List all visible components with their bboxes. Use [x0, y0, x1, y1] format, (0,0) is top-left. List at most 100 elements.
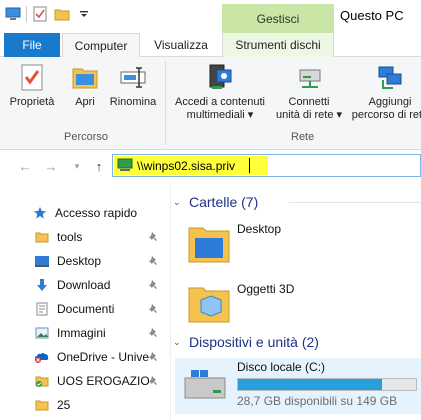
ribbon-separator: [165, 61, 166, 145]
nav-item-label: Immagini: [57, 326, 106, 340]
pin-icon[interactable]: [148, 279, 160, 291]
network-drive-icon: [293, 61, 325, 93]
properties-check-icon[interactable]: [31, 6, 49, 22]
address-bar[interactable]: [112, 154, 421, 177]
map-drive-label-line1: Connetti: [288, 96, 330, 108]
ribbon: Proprietà Apri Rinomina Percorso Accedi …: [0, 57, 421, 150]
media-access-button[interactable]: Accedi a contenuti multimediali ▾: [170, 61, 270, 122]
nav-item-label: Documenti: [57, 302, 115, 316]
folder-label: Oggetti 3D: [237, 282, 295, 296]
quick-access-toolbar: [4, 6, 93, 22]
drive-usage-bar: [237, 378, 417, 391]
nav-item[interactable]: 25: [34, 394, 164, 416]
hard-drive-icon: [184, 370, 226, 399]
nav-quick-access-label: Accesso rapido: [55, 206, 138, 220]
window-title: Questo PC: [340, 8, 404, 23]
up-arrow-icon[interactable]: ↑: [92, 158, 106, 174]
ribbon-tabs: File Computer Visualizza Strumenti disch…: [0, 33, 421, 58]
folder-label: Desktop: [237, 222, 282, 236]
properties-icon: [16, 61, 48, 93]
media-icon: [204, 61, 236, 93]
open-button[interactable]: Apri: [64, 61, 106, 109]
rename-icon: [117, 61, 149, 93]
folder-icon: [34, 397, 50, 413]
network-location-small-icon: [117, 158, 133, 175]
drive-free-space: 28,7 GB disponibili su 149 GB: [237, 394, 398, 408]
nav-item[interactable]: UOS EROGAZIONE: [34, 370, 164, 392]
rename-button[interactable]: Rinomina: [106, 61, 160, 109]
tab-drive-tools[interactable]: Strumenti dischi: [222, 33, 334, 57]
folders-group-header[interactable]: ⌄ Cartelle (7): [171, 192, 421, 212]
star-icon: [32, 205, 48, 221]
folder-icon: [34, 229, 50, 245]
nav-item[interactable]: Documenti: [34, 298, 164, 320]
nav-item[interactable]: tools: [34, 226, 164, 248]
map-drive-label-line2: unità di rete ▾: [275, 109, 343, 121]
nav-quick-access[interactable]: Accesso rapido: [32, 202, 162, 224]
desktop-icon: [34, 253, 50, 269]
map-network-drive-button[interactable]: Connetti unità di rete ▾: [270, 61, 348, 122]
pin-icon[interactable]: [148, 375, 160, 387]
rename-label: Rinomina: [109, 96, 157, 108]
network-group-label: Rete: [291, 131, 315, 143]
nav-item[interactable]: Desktop: [34, 250, 164, 272]
media-access-label-line2: multimediali ▾: [186, 109, 254, 121]
back-arrow-icon[interactable]: ←: [18, 158, 32, 174]
add-location-label-line1: Aggiungi: [368, 96, 412, 108]
open-icon: [69, 61, 101, 93]
folders-group-title: Cartelle (7): [189, 194, 259, 210]
add-network-location-button[interactable]: Aggiungi percorso di rete: [350, 61, 421, 122]
tab-view[interactable]: Visualizza: [140, 33, 222, 57]
folder-tile-desktop[interactable]: Desktop: [185, 218, 281, 266]
collapse-chevron-icon: ⌄: [173, 336, 181, 347]
3d-objects-folder-icon: [188, 287, 230, 323]
nav-item[interactable]: Download: [34, 274, 164, 296]
pin-icon[interactable]: [148, 327, 160, 339]
add-location-label-line2: percorso di rete: [351, 109, 421, 121]
pin-icon[interactable]: [148, 351, 160, 363]
new-folder-icon[interactable]: [53, 6, 71, 22]
nav-item-label: UOS EROGAZIONE: [57, 374, 149, 388]
drive-usage-fill: [238, 379, 383, 390]
download-icon: [34, 277, 50, 293]
nav-item-label: Desktop: [57, 254, 102, 268]
pin-icon[interactable]: [148, 255, 160, 267]
group-divider: [289, 202, 421, 203]
nav-item[interactable]: Immagini: [34, 322, 164, 344]
nav-item-label: 25: [57, 398, 71, 412]
desktop-folder-icon: [188, 227, 230, 263]
nav-item-label: Download: [57, 278, 111, 292]
folder-tile-3d-objects[interactable]: Oggetti 3D: [185, 278, 294, 326]
devices-group-header[interactable]: ⌄ Dispositivi e unità (2): [171, 332, 319, 352]
customize-toolbar-icon[interactable]: [75, 6, 93, 22]
toolbar-separator: [26, 6, 27, 22]
tab-file[interactable]: File: [4, 33, 60, 57]
devices-group-title: Dispositivi e unità (2): [189, 334, 319, 350]
properties-button[interactable]: Proprietà: [6, 61, 58, 109]
text-caret: [249, 158, 250, 173]
navigation-pane: Accesso rapido tools Desktop Download Docum…: [0, 182, 170, 420]
nav-item[interactable]: OneDrive - Unive: [34, 346, 164, 368]
collapse-chevron-icon: ⌄: [173, 196, 181, 207]
documents-icon: [34, 301, 50, 317]
open-label: Apri: [75, 96, 95, 108]
tab-computer[interactable]: Computer: [62, 33, 140, 58]
context-tab-header: Gestisci: [222, 4, 334, 33]
network-location-icon: [374, 61, 406, 93]
title-bar: Gestisci Questo PC: [0, 0, 421, 33]
media-access-label-line1: Accedi a contenuti: [175, 96, 265, 108]
forward-arrow-icon[interactable]: →: [44, 158, 58, 174]
computer-icon: [4, 6, 22, 22]
address-input[interactable]: [137, 156, 397, 175]
navigation-bar: ← → ▾ ↑: [0, 150, 421, 182]
properties-label: Proprietà: [9, 96, 55, 108]
recent-locations-chevron-icon[interactable]: ▾: [70, 158, 84, 174]
onedrive-icon: [34, 349, 50, 365]
drive-tile-c[interactable]: Disco locale (C:) 28,7 GB disponibili su…: [175, 358, 421, 414]
pin-icon[interactable]: [148, 303, 160, 315]
location-group-label: Percorso: [64, 131, 109, 143]
folder-sync-icon: [34, 373, 50, 389]
drive-label: Disco locale (C:): [237, 360, 326, 374]
nav-item-label: OneDrive - Unive: [57, 350, 149, 364]
pin-icon[interactable]: [148, 231, 160, 243]
